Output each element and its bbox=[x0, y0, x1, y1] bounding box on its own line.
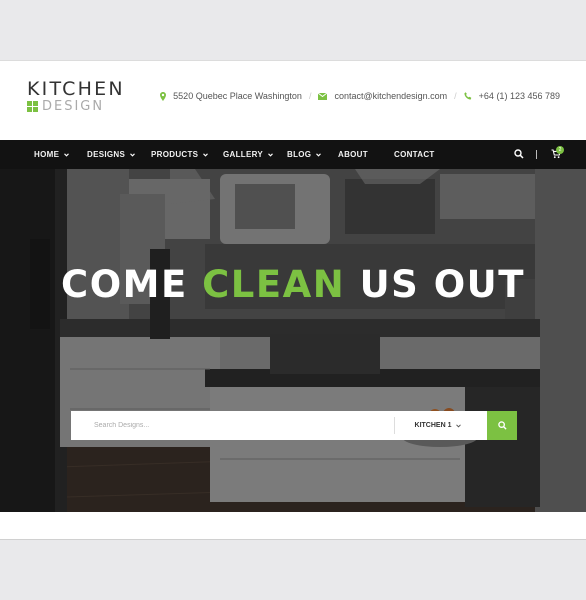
nav-item-label: DESIGNS bbox=[87, 150, 126, 159]
main-nav: HOME DESIGNS PRODUCTS GALLERY BLOG ABOUT… bbox=[0, 140, 586, 169]
nav-item-designs[interactable]: DESIGNS bbox=[87, 140, 135, 169]
nav-item-label: ABOUT bbox=[338, 150, 368, 159]
category-select[interactable]: KITCHEN 1 bbox=[395, 411, 481, 440]
page-frame: KITCHEN DESIGN 5520 Quebec Place Washing… bbox=[0, 60, 586, 540]
nav-item-home[interactable]: HOME bbox=[34, 140, 70, 169]
search-submit-button[interactable] bbox=[487, 411, 517, 440]
contact-email[interactable]: contact@kitchendesign.com bbox=[318, 91, 447, 101]
contact-address-text: 5520 Quebec Place Washington bbox=[173, 91, 302, 101]
nav-item-label: GALLERY bbox=[223, 150, 264, 159]
contact-phone-text[interactable]: +64 (1) 123 456 789 bbox=[479, 91, 560, 101]
contact-address: 5520 Quebec Place Washington bbox=[160, 91, 302, 101]
logo-main-text: KITCHEN bbox=[27, 78, 125, 100]
phone-icon bbox=[464, 92, 471, 100]
contact-phone[interactable]: +64 (1) 123 456 789 bbox=[464, 91, 560, 101]
hero-title-accent: CLEAN bbox=[202, 263, 346, 306]
search-input[interactable] bbox=[71, 411, 394, 440]
nav-divider bbox=[536, 150, 537, 159]
contact-separator: / bbox=[454, 91, 457, 101]
design-search-bar: KITCHEN 1 bbox=[71, 411, 487, 440]
chevron-down-icon bbox=[316, 152, 322, 157]
category-select-value: KITCHEN 1 bbox=[414, 422, 452, 429]
chevron-down-icon bbox=[130, 152, 135, 157]
hero-title: COME CLEAN US OUT bbox=[0, 263, 586, 306]
logo-sub-text: DESIGN bbox=[42, 99, 105, 114]
hero-title-part2: US OUT bbox=[345, 263, 525, 306]
nav-item-gallery[interactable]: GALLERY bbox=[223, 140, 273, 169]
chevron-down-icon bbox=[203, 152, 209, 157]
cart-count-badge: 2 bbox=[556, 146, 564, 154]
nav-item-products[interactable]: PRODUCTS bbox=[151, 140, 209, 169]
envelope-icon bbox=[318, 92, 328, 100]
nav-item-about[interactable]: ABOUT bbox=[338, 140, 368, 169]
header-contacts: 5520 Quebec Place Washington / contact@k… bbox=[160, 91, 560, 101]
chevron-down-icon bbox=[268, 152, 273, 157]
kitchen-background-image bbox=[0, 169, 586, 512]
contact-email-text[interactable]: contact@kitchendesign.com bbox=[334, 91, 447, 101]
nav-item-contact[interactable]: CONTACT bbox=[394, 140, 435, 169]
hero-title-part1: COME bbox=[61, 263, 203, 306]
chevron-down-icon bbox=[456, 423, 462, 428]
contact-separator: / bbox=[308, 91, 312, 101]
nav-item-label: PRODUCTS bbox=[151, 150, 199, 159]
search-icon[interactable] bbox=[514, 149, 524, 159]
site-logo[interactable]: KITCHEN DESIGN bbox=[27, 79, 125, 114]
chevron-down-icon bbox=[64, 152, 70, 157]
search-icon bbox=[497, 421, 507, 430]
nav-item-label: HOME bbox=[34, 150, 60, 159]
nav-item-label: CONTACT bbox=[394, 150, 435, 159]
location-pin-icon bbox=[160, 91, 167, 101]
logo-grid-icon bbox=[27, 101, 38, 112]
hero-section: COME CLEAN US OUT bbox=[0, 169, 586, 512]
nav-item-blog[interactable]: BLOG bbox=[287, 140, 322, 169]
nav-item-label: BLOG bbox=[287, 150, 312, 159]
